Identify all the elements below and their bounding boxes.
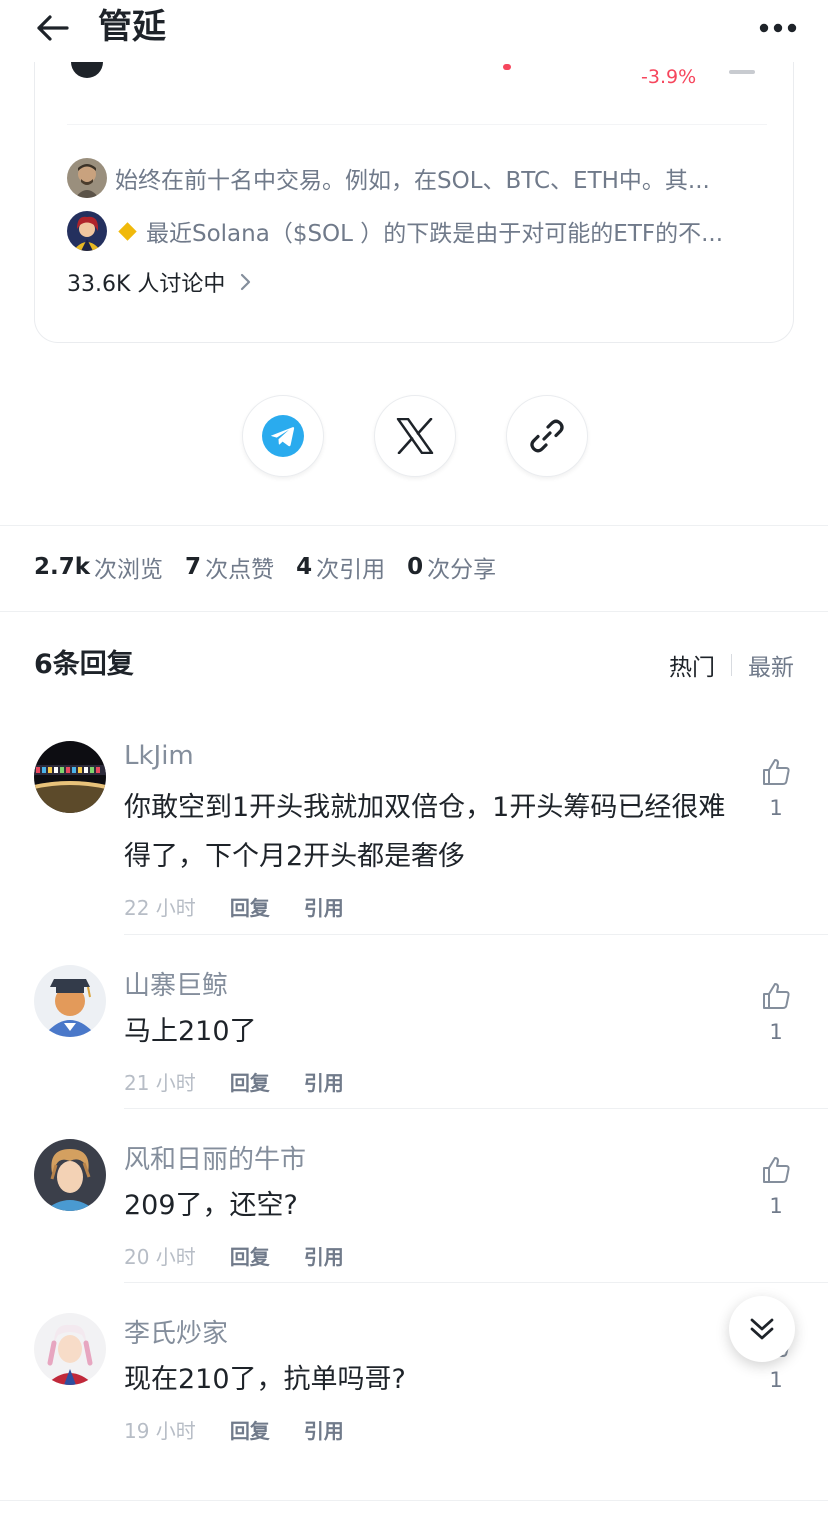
thumbs-up-icon bbox=[763, 1157, 790, 1183]
comment-author[interactable]: 山寨巨鲸 bbox=[124, 965, 228, 1002]
quote-button[interactable]: 引用 bbox=[304, 1241, 344, 1270]
divider bbox=[124, 1108, 828, 1109]
thumbs-up-icon bbox=[763, 983, 790, 1009]
topic-card[interactable]: -3.9% 始终在前十名中交易。例如，在SOL、BTC、ETH中。其... 最近… bbox=[34, 20, 794, 343]
coin-avatar bbox=[71, 60, 103, 78]
discussion-item[interactable]: 始终在前十名中交易。例如，在SOL、BTC、ETH中。其... bbox=[67, 158, 767, 198]
discussion-text: 最近Solana（$SOL ）的下跌是由于对可能的ETF的不... bbox=[146, 221, 724, 247]
shares-count: 0 bbox=[407, 554, 424, 580]
comment-text: 你敢空到1开头我就加双倍仓，1开头筹码已经很难得了，下个月2开头都是奢侈 bbox=[124, 792, 726, 872]
avatar[interactable] bbox=[34, 965, 106, 1037]
sort-tabs: 热门 最新 bbox=[669, 648, 794, 682]
quotes-count: 4 bbox=[296, 554, 313, 580]
discussing-count: 33.6K 人讨论中 bbox=[67, 272, 226, 297]
comment-meta: 22 小时 回复 引用 bbox=[124, 892, 378, 921]
views-count: 2.7k bbox=[34, 554, 91, 580]
share-telegram-button[interactable] bbox=[242, 395, 324, 477]
comment-time: 21 小时 bbox=[124, 1071, 196, 1095]
shares-label: 次分享 bbox=[427, 557, 497, 583]
views-label: 次浏览 bbox=[94, 557, 164, 583]
replies-count-title: 6条回复 bbox=[34, 649, 134, 680]
likes-count: 7 bbox=[185, 554, 202, 580]
page-title: 管延 bbox=[98, 7, 166, 47]
double-chevron-down-icon bbox=[750, 1318, 774, 1340]
comment-text: 209了，还空? bbox=[124, 1190, 298, 1221]
reply-button[interactable]: 回复 bbox=[230, 892, 270, 921]
post-stats: 2.7k 次浏览 7 次点赞 4 次引用 0 次分享 bbox=[34, 550, 518, 584]
likes-label: 次点赞 bbox=[205, 557, 275, 583]
comment-text: 现在210了，抗单吗哥? bbox=[124, 1364, 406, 1395]
diamond-icon bbox=[118, 221, 137, 241]
avatar bbox=[67, 158, 107, 198]
card-divider bbox=[67, 124, 767, 125]
divider bbox=[0, 525, 828, 526]
like-count: 1 bbox=[769, 1194, 783, 1218]
copy-link-button[interactable] bbox=[506, 395, 588, 477]
quote-button[interactable]: 引用 bbox=[304, 1415, 344, 1444]
divider bbox=[124, 1282, 828, 1283]
reply-button[interactable]: 回复 bbox=[230, 1415, 270, 1444]
divider bbox=[0, 611, 828, 612]
chevron-right-icon bbox=[241, 273, 251, 291]
like-button[interactable] bbox=[758, 1153, 794, 1187]
chart-mark bbox=[503, 64, 511, 70]
divider bbox=[0, 1500, 828, 1501]
back-button[interactable] bbox=[30, 8, 74, 48]
share-x-button[interactable] bbox=[374, 395, 456, 477]
reply-button[interactable]: 回复 bbox=[230, 1241, 270, 1270]
telegram-icon bbox=[262, 415, 304, 457]
quotes-label: 次引用 bbox=[316, 557, 386, 583]
scroll-to-bottom-button[interactable] bbox=[729, 1296, 795, 1362]
discussion-item[interactable]: 最近Solana（$SOL ）的下跌是由于对可能的ETF的不... bbox=[67, 211, 767, 251]
comment-meta: 20 小时 回复 引用 bbox=[124, 1241, 378, 1270]
like-button[interactable] bbox=[758, 979, 794, 1013]
tab-divider bbox=[731, 654, 732, 676]
comment-text: 马上210了 bbox=[124, 1016, 257, 1047]
price-change: -3.9% bbox=[641, 66, 697, 88]
like-count: 1 bbox=[769, 796, 783, 820]
x-icon bbox=[396, 418, 434, 454]
link-icon bbox=[530, 419, 564, 453]
avatar bbox=[67, 211, 107, 251]
card-indicator bbox=[729, 70, 755, 74]
quote-button[interactable]: 引用 bbox=[304, 892, 344, 921]
comment-time: 19 小时 bbox=[124, 1419, 196, 1443]
comment-author[interactable]: LkJim bbox=[124, 741, 194, 771]
like-count: 1 bbox=[769, 1368, 783, 1392]
more-button[interactable] bbox=[754, 10, 802, 46]
avatar[interactable] bbox=[34, 1139, 106, 1211]
divider bbox=[124, 934, 828, 935]
comment-time: 20 小时 bbox=[124, 1245, 196, 1269]
avatar[interactable] bbox=[34, 1313, 106, 1385]
top-bar: 管延 bbox=[0, 0, 828, 62]
comment-author[interactable]: 风和日丽的牛市 bbox=[124, 1139, 306, 1176]
comment-author[interactable]: 李氏炒家 bbox=[124, 1313, 228, 1350]
thumbs-up-icon bbox=[763, 759, 790, 785]
discussing-count-link[interactable]: 33.6K 人讨论中 bbox=[67, 266, 253, 298]
more-horizontal-icon bbox=[759, 23, 797, 33]
comment-meta: 19 小时 回复 引用 bbox=[124, 1415, 378, 1444]
like-button[interactable] bbox=[758, 755, 794, 789]
reply-button[interactable]: 回复 bbox=[230, 1067, 270, 1096]
like-count: 1 bbox=[769, 1020, 783, 1044]
avatar[interactable] bbox=[34, 741, 106, 813]
arrow-left-icon bbox=[37, 15, 69, 41]
discussion-text: 始终在前十名中交易。例如，在SOL、BTC、ETH中。其... bbox=[115, 168, 710, 194]
tab-hot[interactable]: 热门 bbox=[669, 648, 715, 682]
comment-time: 22 小时 bbox=[124, 896, 196, 920]
tab-latest[interactable]: 最新 bbox=[748, 648, 794, 682]
comment-meta: 21 小时 回复 引用 bbox=[124, 1067, 378, 1096]
quote-button[interactable]: 引用 bbox=[304, 1067, 344, 1096]
